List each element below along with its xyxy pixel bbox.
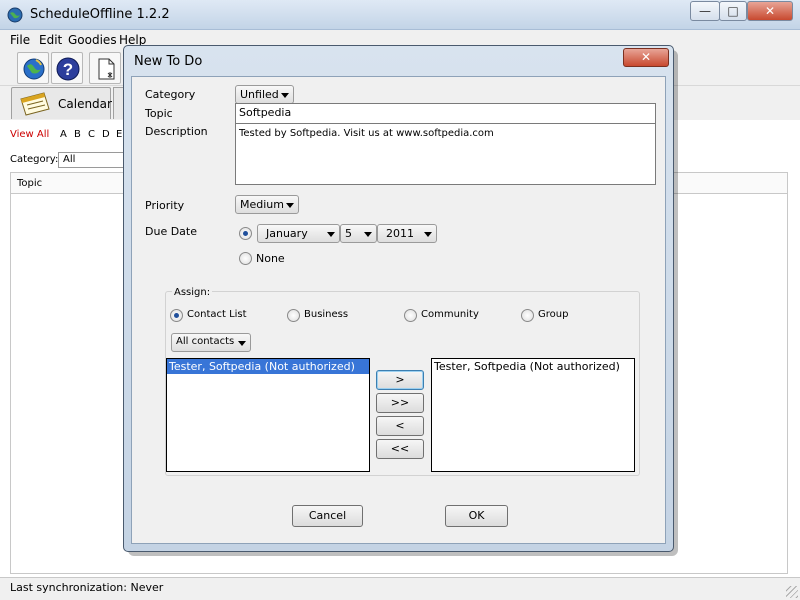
add-contact-button[interactable]: > (376, 370, 424, 390)
menu-edit[interactable]: Edit (39, 33, 62, 47)
assign-group-label: Group (538, 309, 569, 320)
no-due-date-radio[interactable] (239, 252, 252, 265)
resize-grip[interactable] (786, 586, 798, 598)
chevron-down-icon (327, 232, 335, 237)
menu-goodies[interactable]: Goodies (68, 33, 117, 47)
due-day-select[interactable]: 5 (340, 224, 377, 243)
chevron-down-icon (286, 203, 294, 208)
chevron-down-icon (281, 93, 289, 98)
add-all-contacts-button[interactable]: >> (376, 393, 424, 413)
dialog-body: Category Unfiled Topic Softpedia Descrip… (131, 76, 666, 544)
cancel-button[interactable]: Cancel (292, 505, 363, 527)
assign-contact-list-radio[interactable] (170, 309, 183, 322)
close-button[interactable]: ✕ (747, 1, 793, 21)
assign-business-label: Business (304, 309, 349, 320)
due-year-select[interactable]: 2011 (377, 224, 437, 243)
window-title: ScheduleOffline 1.2.2 (30, 7, 170, 22)
help-button[interactable]: ? (51, 52, 83, 84)
letter-e[interactable]: E (116, 129, 122, 140)
svg-text:?: ? (63, 60, 73, 79)
status-text: Last synchronization: Never (10, 581, 164, 594)
new-document-button[interactable] (89, 52, 121, 84)
available-contacts-list[interactable]: Tester, Softpedia (Not authorized) (166, 358, 370, 472)
description-textarea[interactable]: Tested by Softpedia. Visit us at www.sof… (235, 123, 656, 185)
assign-business-radio[interactable] (287, 309, 300, 322)
main-title-bar: ScheduleOffline 1.2.2 — □ ✕ (0, 0, 800, 30)
priority-select-value: Medium (240, 198, 284, 211)
letter-c[interactable]: C (88, 129, 95, 140)
globe-icon (23, 58, 45, 80)
letter-a[interactable]: A (60, 129, 67, 140)
dialog-title: New To Do (134, 54, 203, 69)
assigned-contact-item[interactable]: Tester, Softpedia (Not authorized) (432, 359, 634, 374)
category-select-value: Unfiled (240, 88, 279, 101)
sync-button[interactable] (17, 52, 49, 84)
category-select[interactable]: Unfiled (235, 85, 294, 104)
description-label: Description (145, 125, 208, 138)
assign-legend: Assign: (172, 287, 213, 298)
priority-label: Priority (145, 199, 185, 212)
topic-label: Topic (145, 107, 173, 120)
due-month-value: January (266, 227, 308, 240)
maximize-button[interactable]: □ (719, 1, 747, 21)
tab-calendar-label: Calendar (58, 97, 112, 111)
alphabet-filter: View All A B C D E (0, 126, 130, 144)
category-label: Category (145, 88, 196, 101)
contacts-filter-value: All contacts (176, 336, 235, 347)
contacts-filter-select[interactable]: All contacts (171, 333, 251, 352)
priority-select[interactable]: Medium (235, 195, 299, 214)
chevron-down-icon (424, 232, 432, 237)
topic-input[interactable]: Softpedia (235, 103, 656, 124)
help-icon: ? (56, 57, 80, 81)
assign-contact-list-label: Contact List (187, 309, 247, 320)
letter-b[interactable]: B (74, 129, 81, 140)
ok-button[interactable]: OK (445, 505, 508, 527)
letter-d[interactable]: D (102, 129, 110, 140)
due-year-value: 2011 (386, 227, 414, 240)
menu-file[interactable]: File (10, 33, 30, 47)
chevron-down-icon (238, 341, 246, 346)
assigned-contacts-list[interactable]: Tester, Softpedia (Not authorized) (431, 358, 635, 472)
due-month-select[interactable]: January (257, 224, 340, 243)
assign-group-radio[interactable] (521, 309, 534, 322)
remove-contact-button[interactable]: < (376, 416, 424, 436)
due-date-label: Due Date (145, 225, 197, 238)
due-date-radio[interactable] (239, 227, 252, 240)
topic-column-label: Topic (17, 178, 43, 189)
new-todo-dialog: New To Do ✕ Category Unfiled Topic Softp… (123, 45, 674, 552)
minimize-button[interactable]: — (690, 1, 720, 21)
new-document-icon (98, 58, 115, 80)
category-filter-select[interactable]: All (58, 152, 128, 168)
assign-community-label: Community (421, 309, 479, 320)
available-contact-item[interactable]: Tester, Softpedia (Not authorized) (167, 359, 369, 374)
view-all-link[interactable]: View All (10, 129, 49, 140)
no-due-date-label: None (256, 252, 285, 265)
calendar-icon (20, 92, 50, 116)
chevron-down-icon (364, 232, 372, 237)
remove-all-contacts-button[interactable]: << (376, 439, 424, 459)
status-bar: Last synchronization: Never (0, 577, 800, 600)
tab-calendar[interactable]: Calendar (11, 87, 112, 119)
due-day-value: 5 (345, 227, 352, 240)
dialog-close-button[interactable]: ✕ (623, 48, 669, 67)
app-globe-icon (7, 7, 23, 23)
assign-community-radio[interactable] (404, 309, 417, 322)
